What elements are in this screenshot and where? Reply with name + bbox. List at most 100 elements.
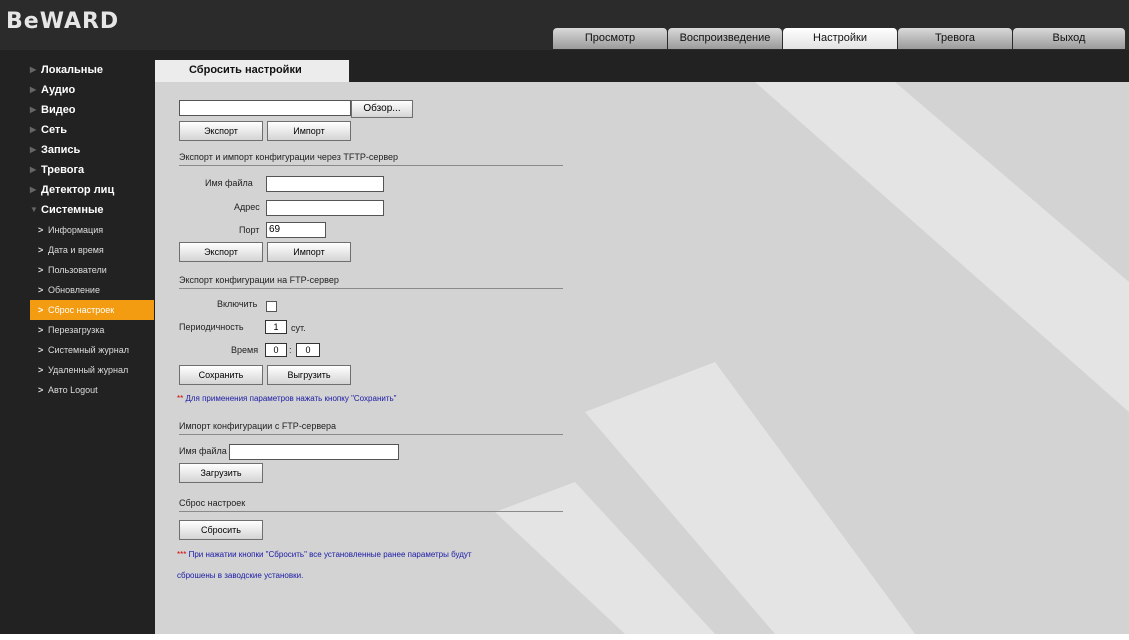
sidebar-subitem-label: Удаленный журнал: [48, 365, 129, 375]
triangle-right-icon: ▶: [30, 125, 37, 134]
sidebar-item-label: Локальные: [41, 64, 103, 76]
local-export-button[interactable]: Экспорт: [179, 121, 263, 141]
ftp-import-filename-label: Имя файла: [179, 446, 227, 456]
sidebar-subitem-users[interactable]: > Пользователи: [0, 260, 155, 280]
reset-note-line-2: сброшены в заводские установки.: [177, 571, 304, 580]
sidebar-item-label: Детектор лиц: [41, 184, 115, 196]
sidebar-subitem-auto-logout[interactable]: > Авто Logout: [0, 380, 155, 400]
ftp-load-button[interactable]: Загрузить: [179, 463, 263, 483]
reset-section-title: Сброс настроек: [179, 498, 246, 508]
ftp-enable-label: Включить: [217, 299, 258, 309]
tftp-address-input[interactable]: [266, 200, 384, 216]
sidebar-subitem-label: Обновление: [48, 285, 100, 295]
ftp-export-divider: [179, 288, 563, 289]
sidebar: ▶ Локальные ▶ Аудио ▶ Видео ▶ Сеть ▶ Запись ▶…: [0, 60, 155, 400]
local-import-button[interactable]: Импорт: [267, 121, 351, 141]
chevron-right-icon: >: [38, 265, 44, 275]
triangle-right-icon: ▶: [30, 145, 37, 154]
tftp-filename-label: Имя файла: [205, 178, 253, 188]
tab-playback[interactable]: Воспроизведение: [668, 28, 782, 49]
chevron-right-icon: >: [38, 225, 44, 235]
ftp-period-input[interactable]: 1: [265, 320, 287, 334]
sidebar-item-alarm[interactable]: ▶ Тревога: [0, 160, 155, 180]
ftp-time-minutes-input[interactable]: 0: [296, 343, 320, 357]
sidebar-item-label: Сеть: [41, 124, 68, 136]
reset-button[interactable]: Сбросить: [179, 520, 263, 540]
sidebar-item-recording[interactable]: ▶ Запись: [0, 140, 155, 160]
chevron-right-icon: >: [38, 325, 44, 335]
sidebar-item-system[interactable]: ▼ Системные: [0, 200, 155, 220]
tab-alarm[interactable]: Тревога: [898, 28, 1012, 49]
note-text: Для применения параметров нажать кнопку …: [183, 394, 397, 403]
sidebar-subitem-label: Информация: [48, 225, 104, 235]
beward-logo: BeWARD: [6, 9, 120, 34]
chevron-right-icon: >: [38, 365, 44, 375]
sidebar-item-network[interactable]: ▶ Сеть: [0, 120, 155, 140]
ftp-time-hours-input[interactable]: 0: [265, 343, 287, 357]
sidebar-subitem-reset[interactable]: > Сброс настроек: [30, 300, 154, 320]
reset-divider: [179, 511, 563, 512]
tftp-port-label: Порт: [239, 225, 260, 235]
ftp-import-section-title: Импорт конфигурации с FTP-сервера: [179, 421, 337, 431]
page-title-tab: Сбросить настройки: [155, 60, 349, 82]
tftp-filename-input[interactable]: [266, 176, 384, 192]
sidebar-subitem-reboot[interactable]: > Перезагрузка: [0, 320, 155, 340]
triangle-right-icon: ▶: [30, 105, 37, 114]
top-bar: BeWARD Просмотр Воспроизведение Настройк…: [0, 0, 1129, 50]
sidebar-item-label: Системные: [41, 204, 104, 216]
sidebar-item-label: Аудио: [41, 84, 76, 96]
ftp-time-label: Время: [231, 345, 259, 355]
ftp-enable-checkbox[interactable]: [266, 301, 277, 312]
ftp-save-note: ** Для применения параметров нажать кноп…: [177, 394, 397, 403]
sidebar-subitem-label: Дата и время: [48, 245, 104, 255]
sidebar-subitem-label: Системный журнал: [48, 345, 129, 355]
sidebar-item-face-detector[interactable]: ▶ Детектор лиц: [0, 180, 155, 200]
tab-settings[interactable]: Настройки: [783, 28, 897, 49]
sidebar-subitem-label: Сброс настроек: [48, 305, 115, 315]
chevron-right-icon: >: [38, 345, 44, 355]
tftp-export-button[interactable]: Экспорт: [179, 242, 263, 262]
sidebar-subitem-label: Перезагрузка: [48, 325, 105, 335]
triangle-right-icon: ▶: [30, 85, 37, 94]
sidebar-subitem-label: Авто Logout: [48, 385, 98, 395]
triangle-right-icon: ▶: [30, 165, 37, 174]
chevron-right-icon: >: [38, 285, 44, 295]
note-text: При нажатии кнопки "Сбросить" все устано…: [186, 550, 472, 559]
sidebar-subitem-remote-log[interactable]: > Удаленный журнал: [0, 360, 155, 380]
sidebar-subitem-update[interactable]: > Обновление: [0, 280, 155, 300]
tftp-divider: [179, 165, 563, 166]
tftp-import-button[interactable]: Импорт: [267, 242, 351, 262]
chevron-right-icon: >: [38, 385, 44, 395]
sidebar-item-label: Видео: [41, 104, 76, 116]
ftp-import-filename-input[interactable]: [229, 444, 399, 460]
ftp-import-divider: [179, 434, 563, 435]
tftp-address-label: Адрес: [234, 202, 260, 212]
config-file-path-input[interactable]: [179, 100, 351, 116]
sidebar-item-local[interactable]: ▶ Локальные: [0, 60, 155, 80]
ftp-time-separator: :: [289, 345, 292, 355]
ftp-export-section-title: Экспорт конфигурации на FTP-сервер: [179, 275, 339, 285]
sidebar-item-label: Тревога: [41, 164, 85, 176]
note-asterisks: ***: [177, 550, 187, 559]
sidebar-item-audio[interactable]: ▶ Аудио: [0, 80, 155, 100]
sidebar-item-label: Запись: [41, 144, 81, 156]
settings-panel: Обзор... Экспорт Импорт Экспорт и импорт…: [155, 82, 1129, 634]
chevron-right-icon: >: [38, 245, 44, 255]
sidebar-subitem-info[interactable]: > Информация: [0, 220, 155, 240]
tftp-port-input[interactable]: 69: [266, 222, 326, 238]
browse-button[interactable]: Обзор...: [351, 100, 413, 118]
tab-view[interactable]: Просмотр: [553, 28, 667, 49]
chevron-right-icon: >: [38, 305, 44, 315]
main-nav-tabs: Просмотр Воспроизведение Настройки Трево…: [553, 28, 1126, 49]
tab-logout[interactable]: Выход: [1013, 28, 1125, 49]
tftp-section-title: Экспорт и импорт конфигурации через TFTP…: [179, 152, 399, 162]
ftp-save-button[interactable]: Сохранить: [179, 365, 263, 385]
ftp-upload-button[interactable]: Выгрузить: [267, 365, 351, 385]
triangle-right-icon: ▶: [30, 65, 37, 74]
sidebar-subitem-datetime[interactable]: > Дата и время: [0, 240, 155, 260]
sidebar-subitem-syslog[interactable]: > Системный журнал: [0, 340, 155, 360]
sidebar-item-video[interactable]: ▶ Видео: [0, 100, 155, 120]
ftp-period-unit: сут.: [291, 323, 306, 333]
triangle-right-icon: ▶: [30, 185, 37, 194]
ftp-period-label: Периодичность: [179, 322, 244, 332]
